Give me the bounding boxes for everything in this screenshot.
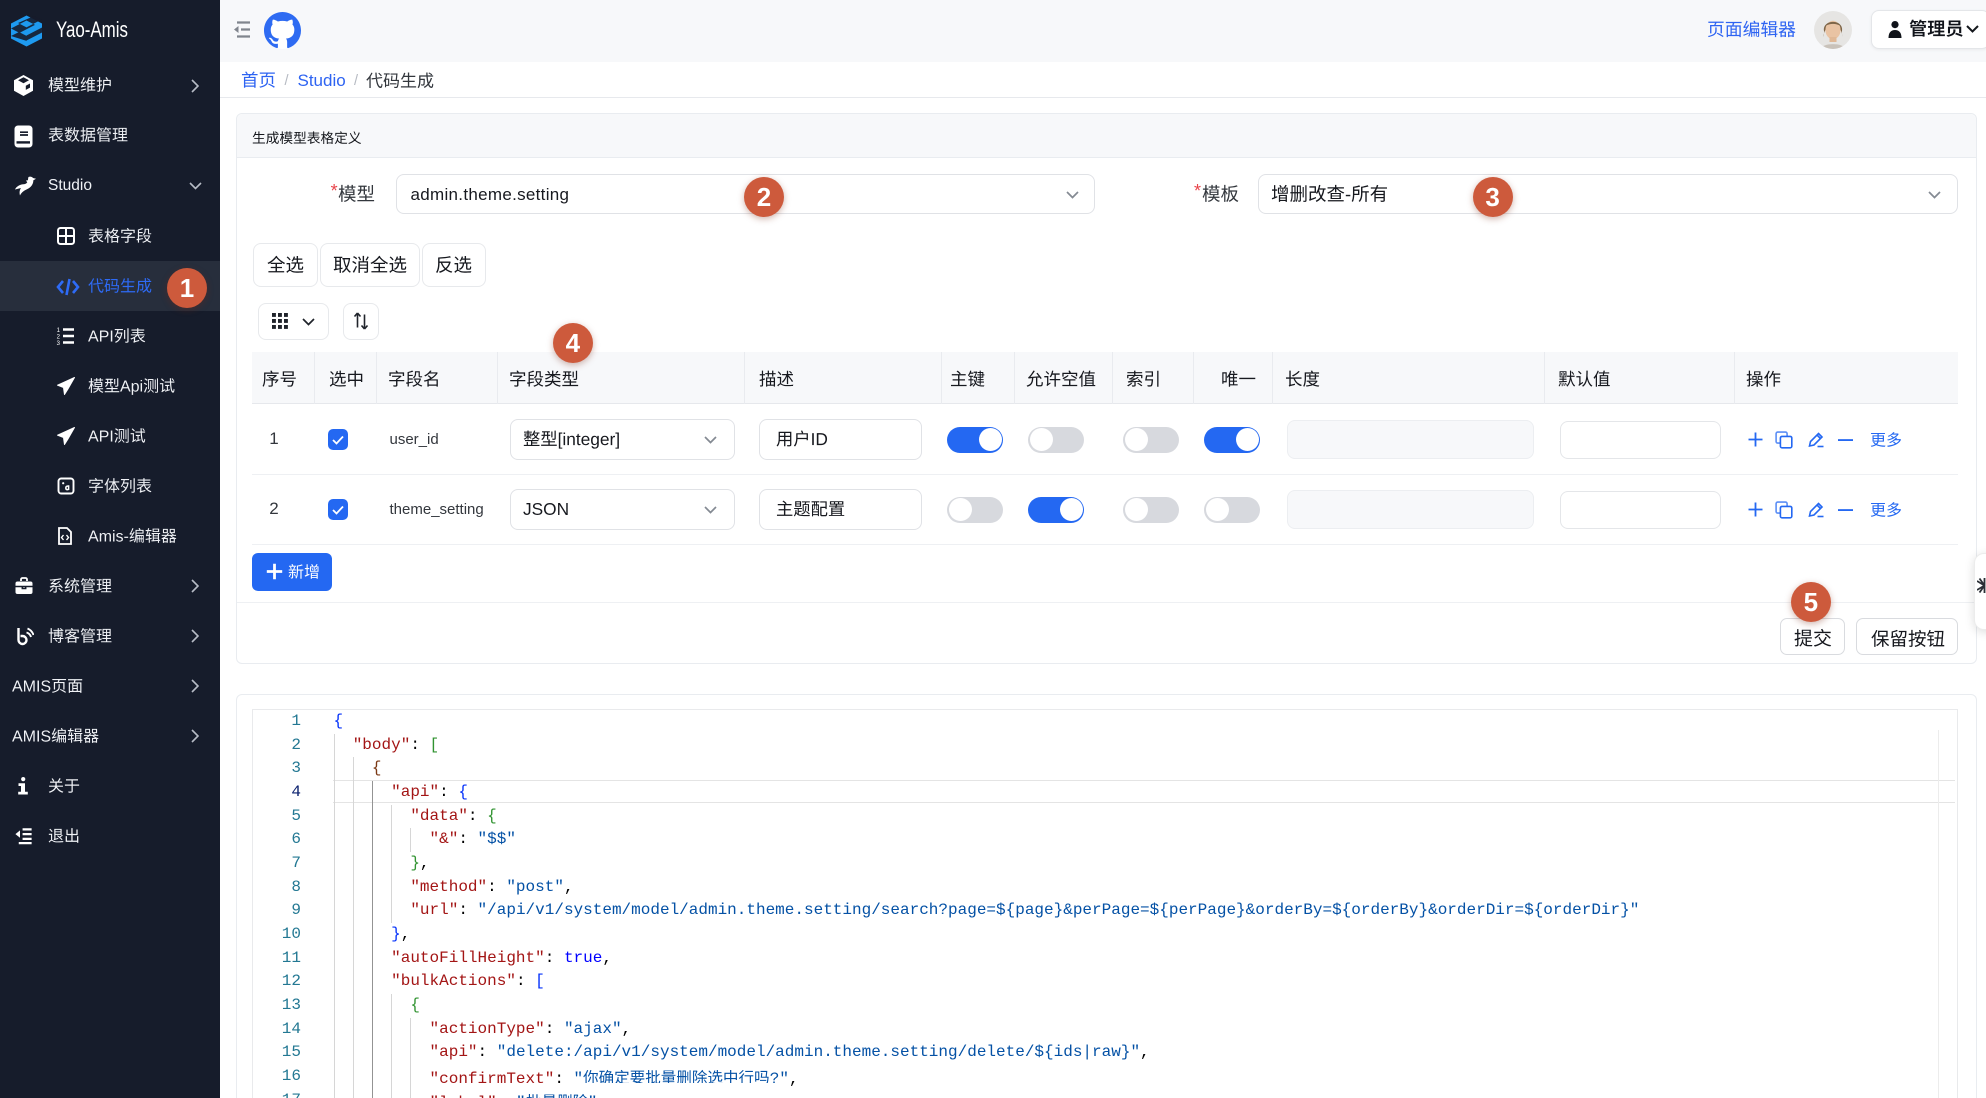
svg-text:1: 1	[57, 328, 61, 334]
svg-text:3: 3	[57, 341, 61, 346]
svg-text:2: 2	[57, 335, 61, 341]
